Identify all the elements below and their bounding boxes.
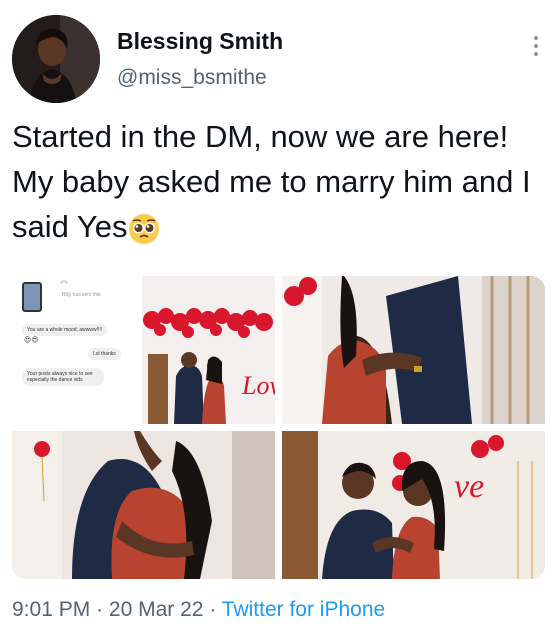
meta-separator: ·: [96, 598, 104, 621]
dm-emoji: 😍😍: [24, 337, 39, 344]
pleading-face-emoji: [128, 212, 160, 244]
display-name[interactable]: Blessing Smith: [117, 28, 283, 55]
dm-message-2: Lol thanks: [88, 348, 121, 360]
more-options-icon[interactable]: [533, 36, 539, 56]
dm-message-1: You are a whole mood, awwww!!!!: [22, 324, 108, 336]
proposal-photo-3: [12, 431, 275, 579]
media-image-4[interactable]: ve: [282, 431, 545, 579]
proposal-photo-1: Love: [142, 276, 275, 424]
tweet-body: Started in the DM, now we are here! My b…: [12, 119, 531, 244]
tweet-date[interactable]: 20 Mar 22: [109, 598, 204, 621]
media-image-3[interactable]: [12, 431, 275, 579]
dm-message-3: Your posts always nice to see especially…: [22, 368, 104, 386]
meta-separator: ·: [209, 598, 217, 621]
love-sign: Love: [241, 371, 275, 400]
proposal-photo-4: ve: [282, 431, 545, 579]
tweet-source-link[interactable]: Twitter for iPhone: [222, 598, 385, 621]
tweet-metadata: 9:01 PM · 20 Mar 22 · Twitter for iPhone: [12, 598, 385, 622]
tweet-text: Started in the DM, now we are here! My b…: [12, 114, 537, 249]
media-image-1[interactable]: Billy has sent this You are a whole mood…: [12, 276, 275, 424]
dm-thumbnail: [22, 282, 42, 312]
dm-screenshot: Billy has sent this You are a whole mood…: [12, 276, 142, 424]
media-grid: Billy has sent this You are a whole mood…: [12, 276, 545, 579]
reply-icon: [60, 280, 68, 285]
avatar[interactable]: [12, 15, 100, 103]
tweet-time[interactable]: 9:01 PM: [12, 598, 90, 621]
love-sign-2: ve: [454, 468, 484, 505]
proposal-photo-2: [282, 276, 545, 424]
profile-photo: [12, 15, 100, 103]
user-handle[interactable]: @miss_bsmithe: [117, 66, 267, 90]
dm-caption: Billy has sent this: [62, 292, 101, 298]
media-image-2[interactable]: [282, 276, 545, 424]
